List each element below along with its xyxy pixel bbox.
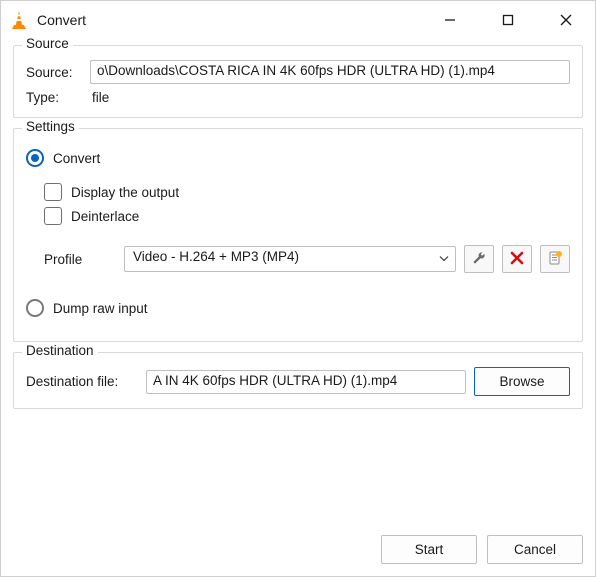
cancel-button[interactable]: Cancel bbox=[487, 535, 583, 564]
convert-dialog: Convert Source Source: o\Downloads\COSTA… bbox=[0, 0, 596, 577]
source-group: Source Source: o\Downloads\COSTA RICA IN… bbox=[13, 45, 583, 118]
destination-file-input[interactable]: A IN 4K 60fps HDR (ULTRA HD) (1).mp4 bbox=[146, 370, 466, 394]
dialog-footer: Start Cancel bbox=[1, 527, 595, 576]
checkbox-icon bbox=[44, 183, 62, 201]
source-label: Source: bbox=[26, 65, 82, 80]
x-icon bbox=[510, 251, 524, 268]
radio-icon bbox=[26, 299, 44, 317]
delete-profile-button[interactable] bbox=[502, 245, 532, 273]
close-button[interactable] bbox=[537, 1, 595, 39]
destination-group: Destination Destination file: A IN 4K 60… bbox=[13, 352, 583, 409]
profile-label: Profile bbox=[44, 252, 116, 267]
settings-group: Settings Convert Display the output Dein… bbox=[13, 128, 583, 342]
dump-raw-radio[interactable]: Dump raw input bbox=[26, 299, 570, 317]
display-output-label: Display the output bbox=[71, 185, 179, 200]
browse-button[interactable]: Browse bbox=[474, 367, 570, 396]
source-legend: Source bbox=[22, 36, 73, 51]
convert-radio[interactable]: Convert bbox=[26, 149, 570, 167]
chevron-down-icon bbox=[439, 252, 449, 267]
profile-value: Video - H.264 + MP3 (MP4) bbox=[133, 249, 299, 264]
deinterlace-label: Deinterlace bbox=[71, 209, 139, 224]
type-label: Type: bbox=[26, 90, 82, 105]
deinterlace-checkbox[interactable]: Deinterlace bbox=[44, 207, 570, 225]
type-value: file bbox=[90, 90, 109, 105]
edit-profile-button[interactable] bbox=[464, 245, 494, 273]
dump-raw-label: Dump raw input bbox=[53, 301, 148, 316]
destination-legend: Destination bbox=[22, 343, 98, 358]
new-profile-button[interactable] bbox=[540, 245, 570, 273]
wrench-icon bbox=[471, 250, 487, 269]
vlc-cone-icon bbox=[9, 10, 29, 30]
destination-file-label: Destination file: bbox=[26, 374, 138, 389]
maximize-button[interactable] bbox=[479, 1, 537, 39]
window-title: Convert bbox=[37, 12, 86, 28]
settings-legend: Settings bbox=[22, 119, 79, 134]
profile-combo[interactable]: Video - H.264 + MP3 (MP4) bbox=[124, 246, 456, 272]
start-button[interactable]: Start bbox=[381, 535, 477, 564]
source-path-input[interactable]: o\Downloads\COSTA RICA IN 4K 60fps HDR (… bbox=[90, 60, 570, 84]
titlebar: Convert bbox=[1, 1, 595, 39]
checkbox-icon bbox=[44, 207, 62, 225]
new-doc-icon bbox=[547, 250, 563, 269]
display-output-checkbox[interactable]: Display the output bbox=[44, 183, 570, 201]
radio-icon bbox=[26, 149, 44, 167]
convert-radio-label: Convert bbox=[53, 151, 100, 166]
minimize-button[interactable] bbox=[421, 1, 479, 39]
